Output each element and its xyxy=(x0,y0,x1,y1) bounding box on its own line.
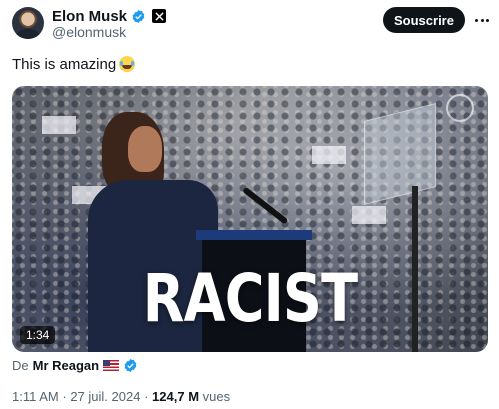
meta-separator: · xyxy=(144,389,149,404)
crowd-sign xyxy=(352,206,386,224)
more-options-icon[interactable] xyxy=(472,10,492,30)
post-time[interactable]: 1:11 AM xyxy=(12,389,59,404)
views-label: vues xyxy=(202,389,231,404)
post-text-row: This is amazing xyxy=(12,56,136,73)
watermark-icon xyxy=(446,94,474,122)
meta-separator: · xyxy=(62,389,67,404)
crowd-sign xyxy=(312,146,346,164)
author-handle[interactable]: @elonmusk xyxy=(52,24,126,40)
views-count: 124,7 M xyxy=(152,389,200,404)
author-name[interactable]: Elon Musk xyxy=(52,8,127,25)
video-caption: RACIST xyxy=(142,260,358,337)
post-metadata: 1:11 AM · 27 juil. 2024 · 124,7 M vues xyxy=(12,389,230,404)
source-name[interactable]: Mr Reagan xyxy=(33,358,99,373)
source-prefix: De xyxy=(12,358,29,373)
crowd-sign xyxy=(42,116,76,134)
subscribe-button[interactable]: Souscrire xyxy=(383,7,465,33)
video-duration: 1:34 xyxy=(20,326,56,344)
post-text: This is amazing xyxy=(12,56,117,73)
author-name-row: Elon Musk xyxy=(52,7,167,25)
face-with-tears-of-joy-emoji xyxy=(119,56,136,72)
x-logo-icon xyxy=(152,9,167,23)
post-date[interactable]: 27 juil. 2024 xyxy=(70,389,140,404)
video-player[interactable]: RACIST 1:34 xyxy=(12,86,488,352)
video-source: De Mr Reagan xyxy=(12,358,138,373)
teleprompter xyxy=(364,103,436,205)
author-avatar[interactable] xyxy=(12,7,44,39)
verified-badge-icon xyxy=(124,358,137,373)
verified-badge-icon xyxy=(132,9,145,23)
us-flag-emoji xyxy=(103,360,120,371)
